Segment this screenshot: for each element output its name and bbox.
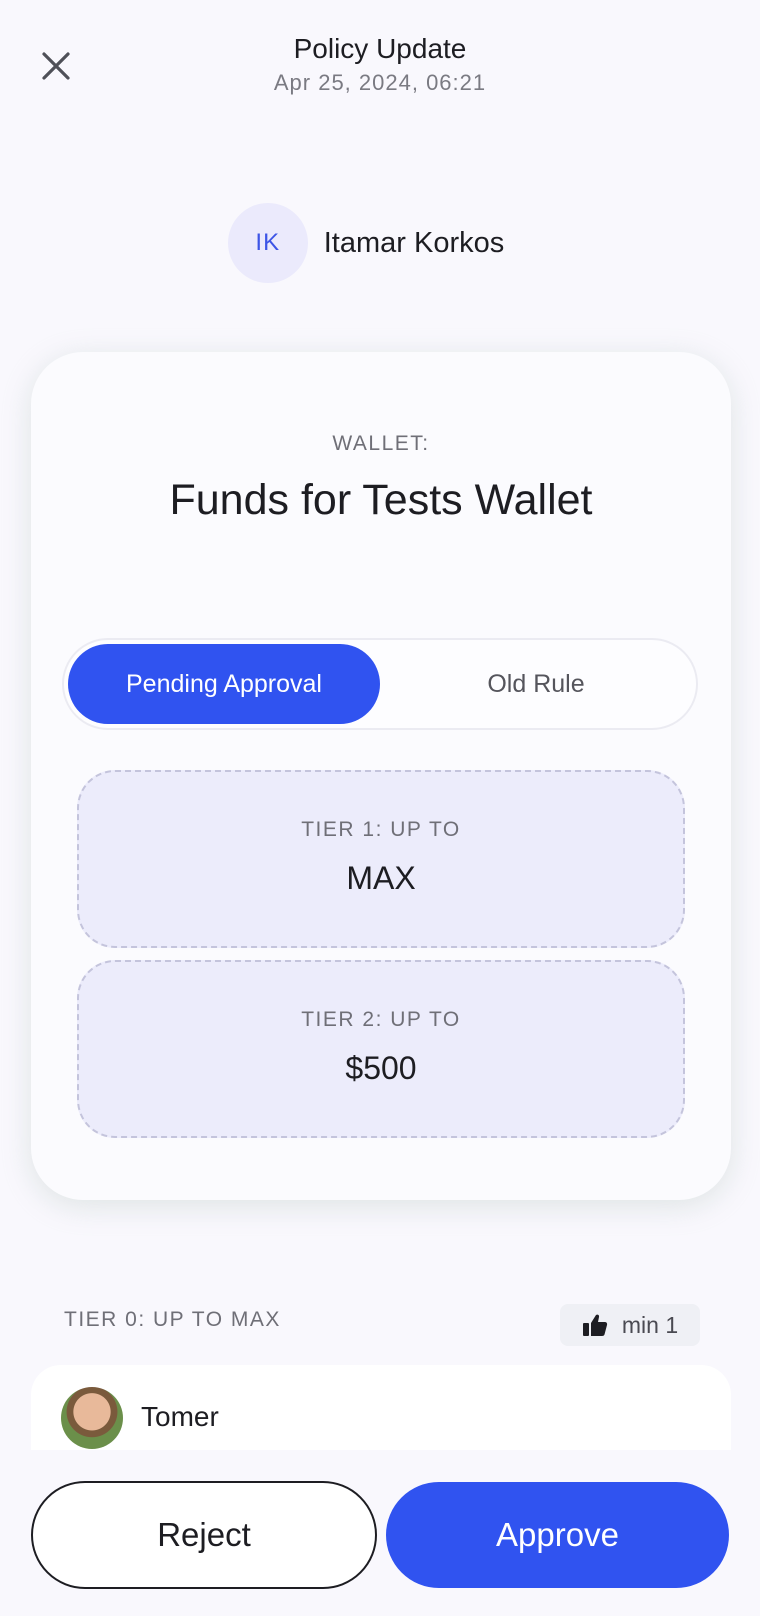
- tab-pending-approval[interactable]: Pending Approval: [68, 644, 380, 724]
- tab-old-rule[interactable]: Old Rule: [380, 644, 692, 724]
- reject-button[interactable]: Reject: [31, 1481, 377, 1589]
- thumbs-up-icon: [582, 1314, 608, 1336]
- approver-name: Tomer: [141, 1401, 219, 1432]
- tier-value: MAX: [346, 860, 416, 896]
- wallet-label: WALLET:: [332, 432, 430, 455]
- header: Policy Update Apr 25, 2024, 06:21: [0, 30, 760, 98]
- requester-chip: IK Itamar Korkos: [0, 203, 760, 283]
- min-approvals-text: min 1: [621, 1311, 679, 1338]
- min-approvals-badge: min 1: [560, 1304, 700, 1346]
- tier-label: TIER 1: UP TO: [301, 818, 461, 841]
- tier-value: $500: [345, 1050, 417, 1086]
- tier-card: TIER 1: UP TO MAX: [77, 770, 685, 948]
- tier-card: TIER 2: UP TO $500: [77, 960, 685, 1138]
- action-bar: Reject Approve: [0, 1450, 760, 1616]
- avatar-initials: IK: [227, 203, 308, 283]
- approve-button[interactable]: Approve: [386, 1482, 729, 1588]
- timestamp: Apr 25, 2024, 06:21: [273, 70, 487, 95]
- rule-segmented-control: Pending Approval Old Rule: [62, 638, 698, 730]
- tier-label: TIER 2: UP TO: [301, 1008, 461, 1031]
- policy-card: WALLET: Funds for Tests Wallet Pending A…: [31, 352, 731, 1200]
- requester-name: Itamar Korkos: [323, 226, 505, 259]
- page-title: Policy Update: [293, 33, 467, 64]
- wallet-name: Funds for Tests Wallet: [169, 476, 593, 524]
- tier0-label: TIER 0: UP TO MAX: [64, 1308, 281, 1331]
- avatar: [61, 1387, 123, 1449]
